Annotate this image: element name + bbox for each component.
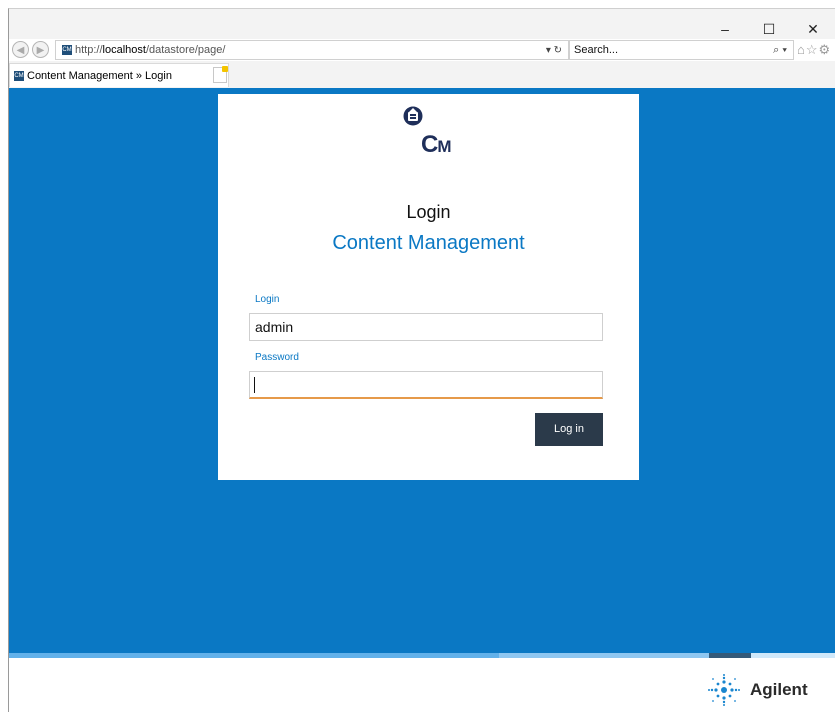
login-card: CM Login Content Management Login Passwo… [218, 94, 639, 480]
address-path: /datastore/page/ [145, 44, 226, 56]
maximize-button[interactable]: ☐ [747, 19, 791, 39]
search-icon[interactable]: ⌕ ▾ [773, 41, 787, 59]
agilent-spark-icon [708, 674, 740, 706]
login-input[interactable] [249, 313, 603, 341]
close-window-button[interactable]: ✕ [791, 19, 835, 39]
text-cursor [254, 377, 255, 393]
refresh-icon[interactable]: ▾ ↻ [546, 45, 562, 56]
site-favicon-icon: CM [62, 45, 72, 55]
address-protocol: http:// [75, 44, 103, 56]
footer: Agilent [9, 658, 835, 713]
login-button[interactable]: Log in [535, 413, 603, 446]
address-bar[interactable]: CM http://localhost/datastore/page/ ▾ ↻ [55, 40, 569, 60]
toolbar-icons[interactable]: ⌂☆⚙ [797, 42, 831, 58]
navigation-bar: ◀ ▶ CM http://localhost/datastore/page/ … [9, 39, 835, 61]
new-tab-icon[interactable] [213, 66, 228, 83]
cm-logo-icon [403, 106, 423, 126]
tab-bar: CM Content Management » Login × [9, 61, 835, 89]
back-arrow-icon[interactable]: ◀ [12, 41, 29, 58]
tab-title: Content Management » Login [27, 69, 172, 82]
page-subtitle: Content Management [332, 232, 525, 254]
tab-favicon-icon: CM [14, 70, 24, 81]
agilent-logo: Agilent [704, 670, 808, 710]
forward-arrow-icon[interactable]: ▶ [32, 41, 49, 58]
address-host: localhost [102, 44, 146, 56]
cm-logo-text: CM [421, 131, 452, 158]
password-label: Password [255, 352, 299, 363]
search-box[interactable]: Search... ⌕ ▾ [569, 40, 794, 60]
password-input[interactable] [249, 371, 603, 399]
minimize-button[interactable]: – [703, 19, 747, 39]
search-placeholder: Search... [574, 44, 619, 56]
page-title: Login [406, 202, 451, 222]
window-controls: – ☐ ✕ [703, 19, 835, 39]
cm-logo: CM [394, 105, 464, 165]
login-label: Login [255, 294, 280, 305]
agilent-brand-name: Agilent [750, 680, 808, 699]
tab-content-management-login[interactable]: CM Content Management » Login × [9, 63, 229, 87]
